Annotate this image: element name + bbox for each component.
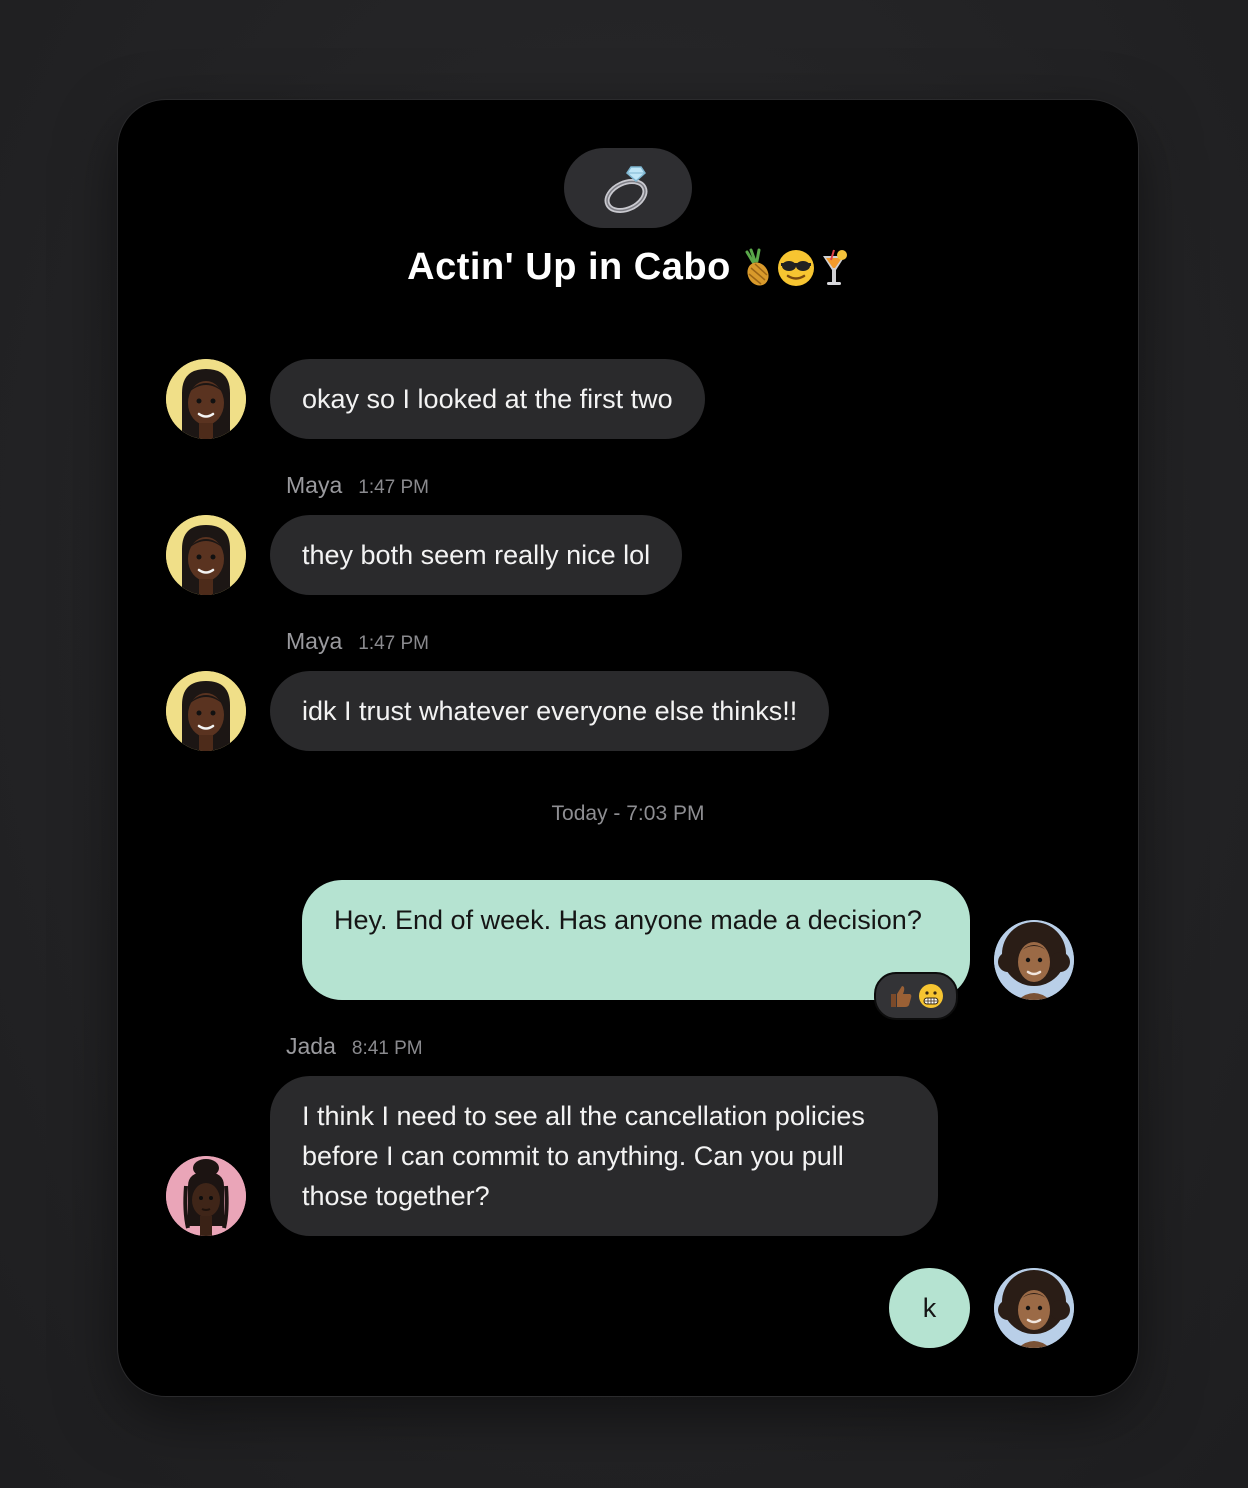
message-bubble-incoming[interactable]: okay so I looked at the first two [270, 359, 705, 439]
memoji-self-icon [994, 1268, 1074, 1348]
chat-title-text: Actin' Up in Cabo [407, 246, 731, 288]
sender-name: Jada [286, 1033, 336, 1059]
memoji-maya-icon [166, 359, 246, 439]
avatar-maya[interactable] [166, 515, 246, 595]
chat-window: Actin' Up in Cabo okay so I looked at th… [118, 100, 1138, 1396]
avatar-maya[interactable] [166, 359, 246, 439]
avatar-maya[interactable] [166, 671, 246, 751]
memoji-self-icon [994, 920, 1074, 1000]
date-divider: Today - 7:03 PM [551, 802, 705, 825]
message-meta: Jada 8:41 PM [286, 1033, 423, 1060]
tropical-drink-icon [822, 249, 847, 285]
message-time: 1:47 PM [358, 633, 430, 654]
sender-name: Maya [286, 628, 343, 654]
message-text: I think I need to see all the cancellati… [302, 1101, 865, 1211]
message-time: 1:47 PM [358, 477, 430, 498]
message-bubble-outgoing[interactable]: Hey. End of week. Has anyone made a deci… [302, 880, 970, 1000]
thumbs-up-icon [891, 986, 912, 1007]
message-text: k [922, 1293, 937, 1323]
message-bubble-incoming[interactable]: I think I need to see all the cancellati… [270, 1076, 938, 1236]
avatar-self[interactable] [994, 1268, 1074, 1348]
message-bubble-incoming[interactable]: they both seem really nice lol [270, 515, 683, 595]
avatar-self[interactable] [994, 920, 1074, 1000]
message-bubble-incoming[interactable]: idk I trust whatever everyone else think… [270, 671, 830, 751]
memoji-jada-icon [166, 1156, 246, 1236]
title-emojis [739, 248, 849, 288]
ring-icon [604, 166, 648, 214]
grimacing-face-icon [919, 984, 943, 1008]
chat-title: Actin' Up in Cabo [118, 246, 1138, 289]
message-bubble-outgoing[interactable]: k [889, 1268, 970, 1348]
group-avatar[interactable] [564, 148, 692, 228]
page-background: Actin' Up in Cabo okay so I looked at th… [0, 0, 1248, 1488]
message-meta: Maya 1:47 PM [286, 628, 429, 655]
message-text: idk I trust whatever everyone else think… [302, 696, 798, 726]
pineapple-icon [745, 248, 769, 286]
message-text: Hey. End of week. Has anyone made a deci… [334, 905, 922, 935]
sunglasses-face-icon [777, 249, 814, 286]
reaction-badge[interactable] [874, 972, 958, 1020]
memoji-maya-icon [166, 671, 246, 751]
sender-name: Maya [286, 472, 343, 498]
message-text: okay so I looked at the first two [302, 384, 673, 414]
avatar-jada[interactable] [166, 1156, 246, 1236]
message-time: 8:41 PM [351, 1038, 423, 1059]
message-text: they both seem really nice lol [302, 540, 651, 570]
memoji-maya-icon [166, 515, 246, 595]
message-meta: Maya 1:47 PM [286, 472, 429, 499]
